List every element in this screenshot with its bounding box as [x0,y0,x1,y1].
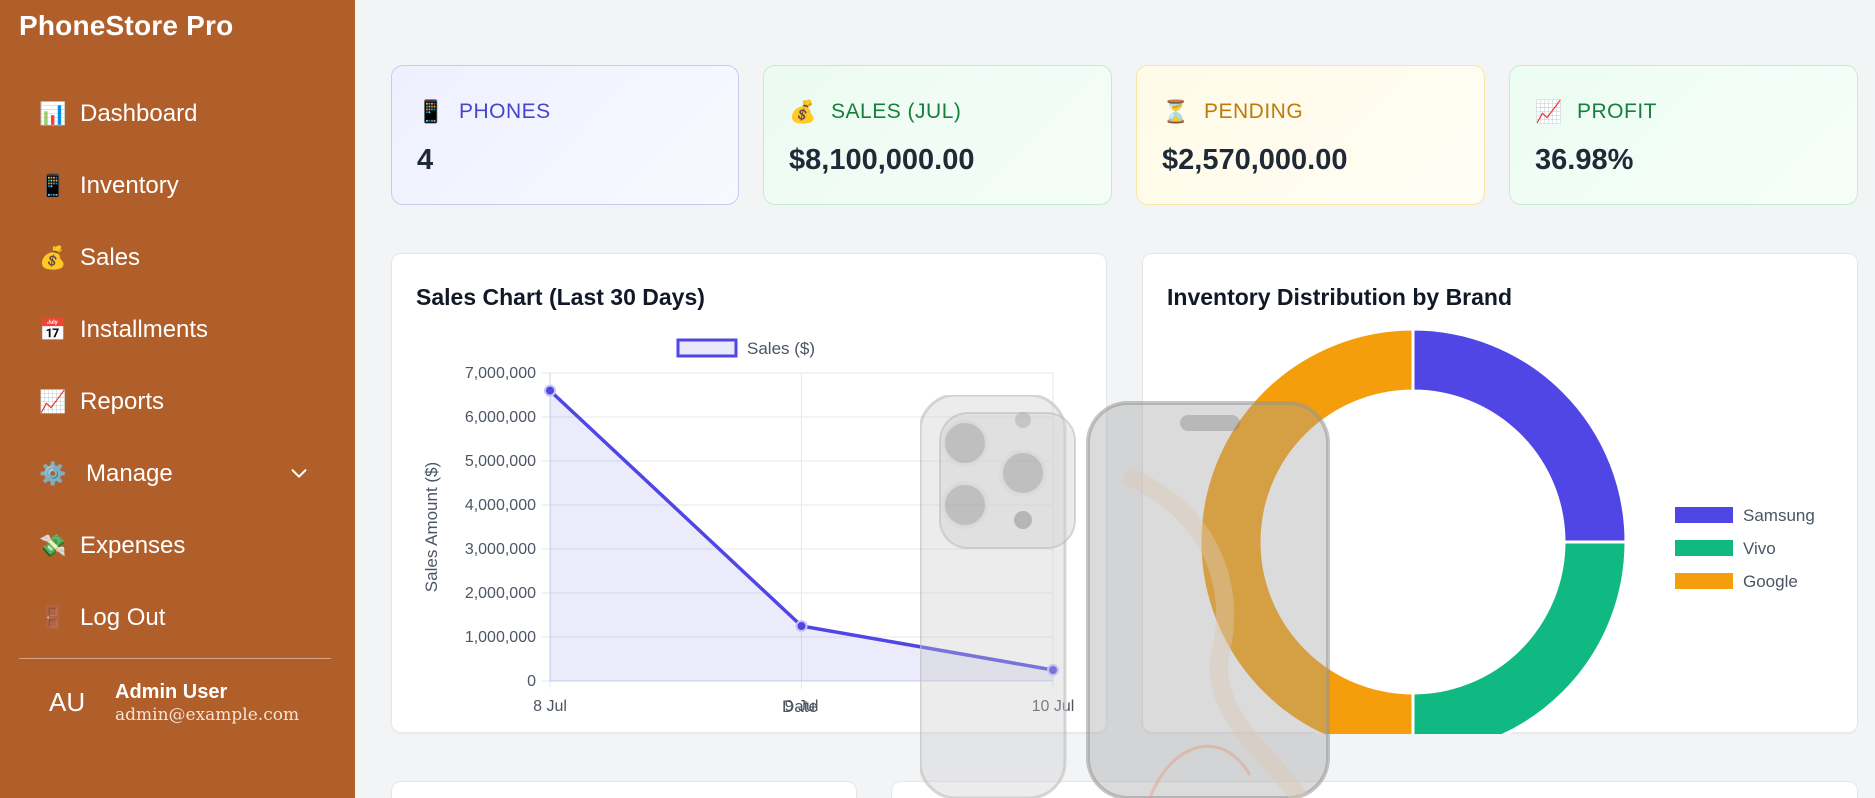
sidebar-item-label: Expenses [80,532,186,559]
sidebar-item-label: Log Out [80,604,166,631]
stat-card-phones: 📱 PHONES 4 [391,65,739,205]
y-tick-label: 6,000,000 [465,409,536,426]
flying-money-icon: 💸 [39,533,67,558]
data-point [544,384,556,397]
stat-card-profit: 📈 PROFIT 36.98% [1509,65,1858,205]
stat-label: PENDING [1204,100,1304,123]
stat-card-sales: 💰 SALES (JUL) $8,100,000.00 [763,65,1112,205]
gear-icon: ⚙️ [39,461,67,486]
phone-icon: 📱 [417,99,445,124]
sidebar-item-inventory[interactable]: 📱 Inventory [38,166,328,206]
x-axis-title: Date [782,697,818,716]
sidebar-divider [19,658,331,659]
legend-label: Samsung [1743,506,1815,525]
y-tick-label: 1,000,000 [465,629,536,646]
legend-swatch [676,338,738,358]
stat-label: PROFIT [1577,100,1657,123]
legend-label: Vivo [1743,539,1776,558]
sidebar-item-expenses[interactable]: 💸 Expenses [38,526,328,566]
avatar: AU [49,687,86,717]
legend-label: Google [1743,572,1798,591]
sidebar-item-label: Manage [86,460,173,487]
sidebar: PhoneStore Pro 📊 Dashboard 📱 Inventory 💰… [0,0,355,798]
user-name: Admin User [115,681,228,703]
donut-slice-vivo [1411,540,1628,734]
donut-slice-google [1198,327,1415,734]
sidebar-item-reports[interactable]: 📈 Reports [38,382,328,422]
y-tick-label: 5,000,000 [465,453,536,470]
hourglass-icon: ⏳ [1162,99,1190,124]
y-tick-label: 2,000,000 [465,585,536,602]
user-email: admin@example.com [115,705,300,725]
sidebar-item-sales[interactable]: 💰 Sales [38,238,328,278]
legend-swatch [1675,540,1733,556]
sales-line-chart: 0 1,000,000 2,000,000 3,000,000 4,000,000 5,0… [422,338,1075,716]
stat-label: PHONES [459,100,551,123]
money-bag-icon: 💰 [39,245,67,270]
sidebar-item-installments[interactable]: 📅 Installments [38,310,328,350]
legend-swatch [1675,573,1733,589]
app-title: PhoneStore Pro [19,10,234,41]
user-profile[interactable]: AU Admin User admin@example.com [19,675,331,735]
stat-value: 36.98% [1535,144,1634,176]
sidebar-item-label: Installments [80,316,209,343]
sales-chart-panel: Sales Chart (Last 30 Days) 0 1,000,000 2,0… [391,253,1107,733]
x-tick-label: 10 Jul [1032,698,1075,715]
sidebar-item-dashboard[interactable]: 📊 Dashboard [38,94,328,134]
donut-slice-samsung [1411,327,1628,544]
y-tick-label: 0 [527,673,536,690]
y-tick-label: 4,000,000 [465,497,536,514]
bar-chart-icon: 📊 [39,101,67,126]
sidebar-item-label: Inventory [80,172,179,199]
y-tick-label: 3,000,000 [465,541,536,558]
sidebar-item-manage[interactable]: ⚙️ Manage [38,454,328,494]
stat-card-pending: ⏳ PENDING $2,570,000.00 [1136,65,1485,205]
sidebar-item-logout[interactable]: 🚪 Log Out [38,598,328,638]
trend-chart-icon: 📈 [39,389,67,414]
chevron-down-icon[interactable] [288,462,310,484]
sidebar-item-label: Reports [80,388,165,415]
legend-label: Sales ($) [747,339,815,358]
bottom-panel-left [391,781,857,798]
stat-value: $8,100,000.00 [789,144,975,176]
inventory-chart-panel: Inventory Distribution by Brand Samsung V… [1142,253,1858,734]
phone-icon: 📱 [39,173,67,198]
stat-value: $2,570,000.00 [1162,144,1348,176]
sidebar-item-label: Sales [80,244,141,271]
data-point [1047,664,1059,676]
door-icon: 🚪 [39,605,67,630]
inventory-donut-chart: Samsung Vivo Google [1198,327,1815,734]
y-tick-label: 7,000,000 [465,365,536,382]
x-tick-label: 8 Jul [533,698,567,715]
y-axis-title: Sales Amount ($) [422,462,441,592]
bottom-panel-right [891,781,1858,798]
trend-chart-icon: 📈 [1535,99,1563,124]
calendar-icon: 📅 [39,317,67,342]
legend-swatch [1675,507,1733,523]
data-point [795,620,808,632]
sidebar-item-label: Dashboard [80,100,198,127]
stat-value: 4 [417,144,434,176]
stat-label: SALES (JUL) [831,100,962,123]
money-bag-icon: 💰 [789,99,817,124]
